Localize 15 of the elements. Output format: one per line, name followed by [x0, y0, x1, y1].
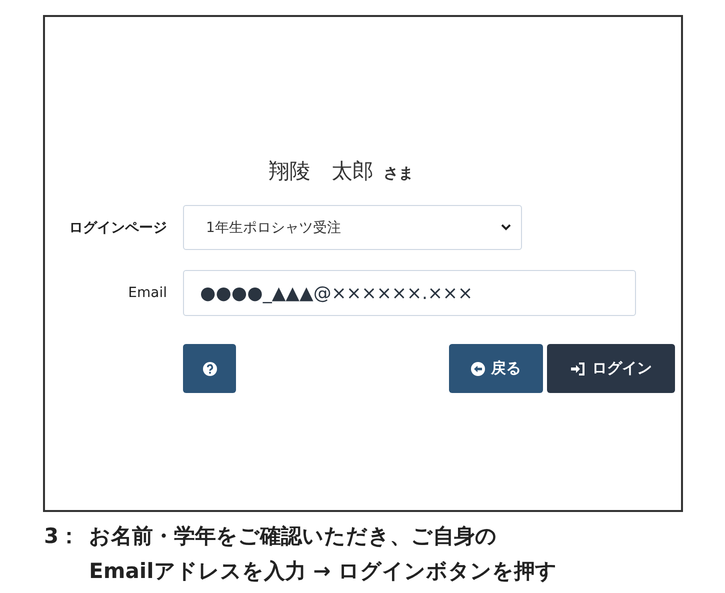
- help-button[interactable]: [183, 344, 236, 393]
- field-label: ログインページ: [68, 218, 167, 236]
- caption-text: お名前・学年をご確認いただき、ご自身の: [89, 523, 497, 550]
- honorific: さま: [384, 164, 414, 183]
- step-number: 3：: [44, 523, 81, 550]
- field-label: Email: [127, 285, 167, 301]
- login-page-select[interactable]: 1年生ポロシャツ受注: [183, 205, 522, 250]
- user-name: 翔陵 太郎: [268, 158, 374, 185]
- question-icon: [202, 362, 216, 376]
- login-button[interactable]: ログイン: [547, 344, 675, 393]
- sign-in-icon: [570, 362, 586, 376]
- caption-text: Emailアドレスを入力 → ログインボタンを押す: [89, 558, 558, 585]
- chevron-down-icon: [501, 224, 511, 231]
- back-button[interactable]: 戻る: [449, 344, 543, 393]
- email-field[interactable]: ●●●●_▲▲▲@××××××.×××: [183, 270, 636, 316]
